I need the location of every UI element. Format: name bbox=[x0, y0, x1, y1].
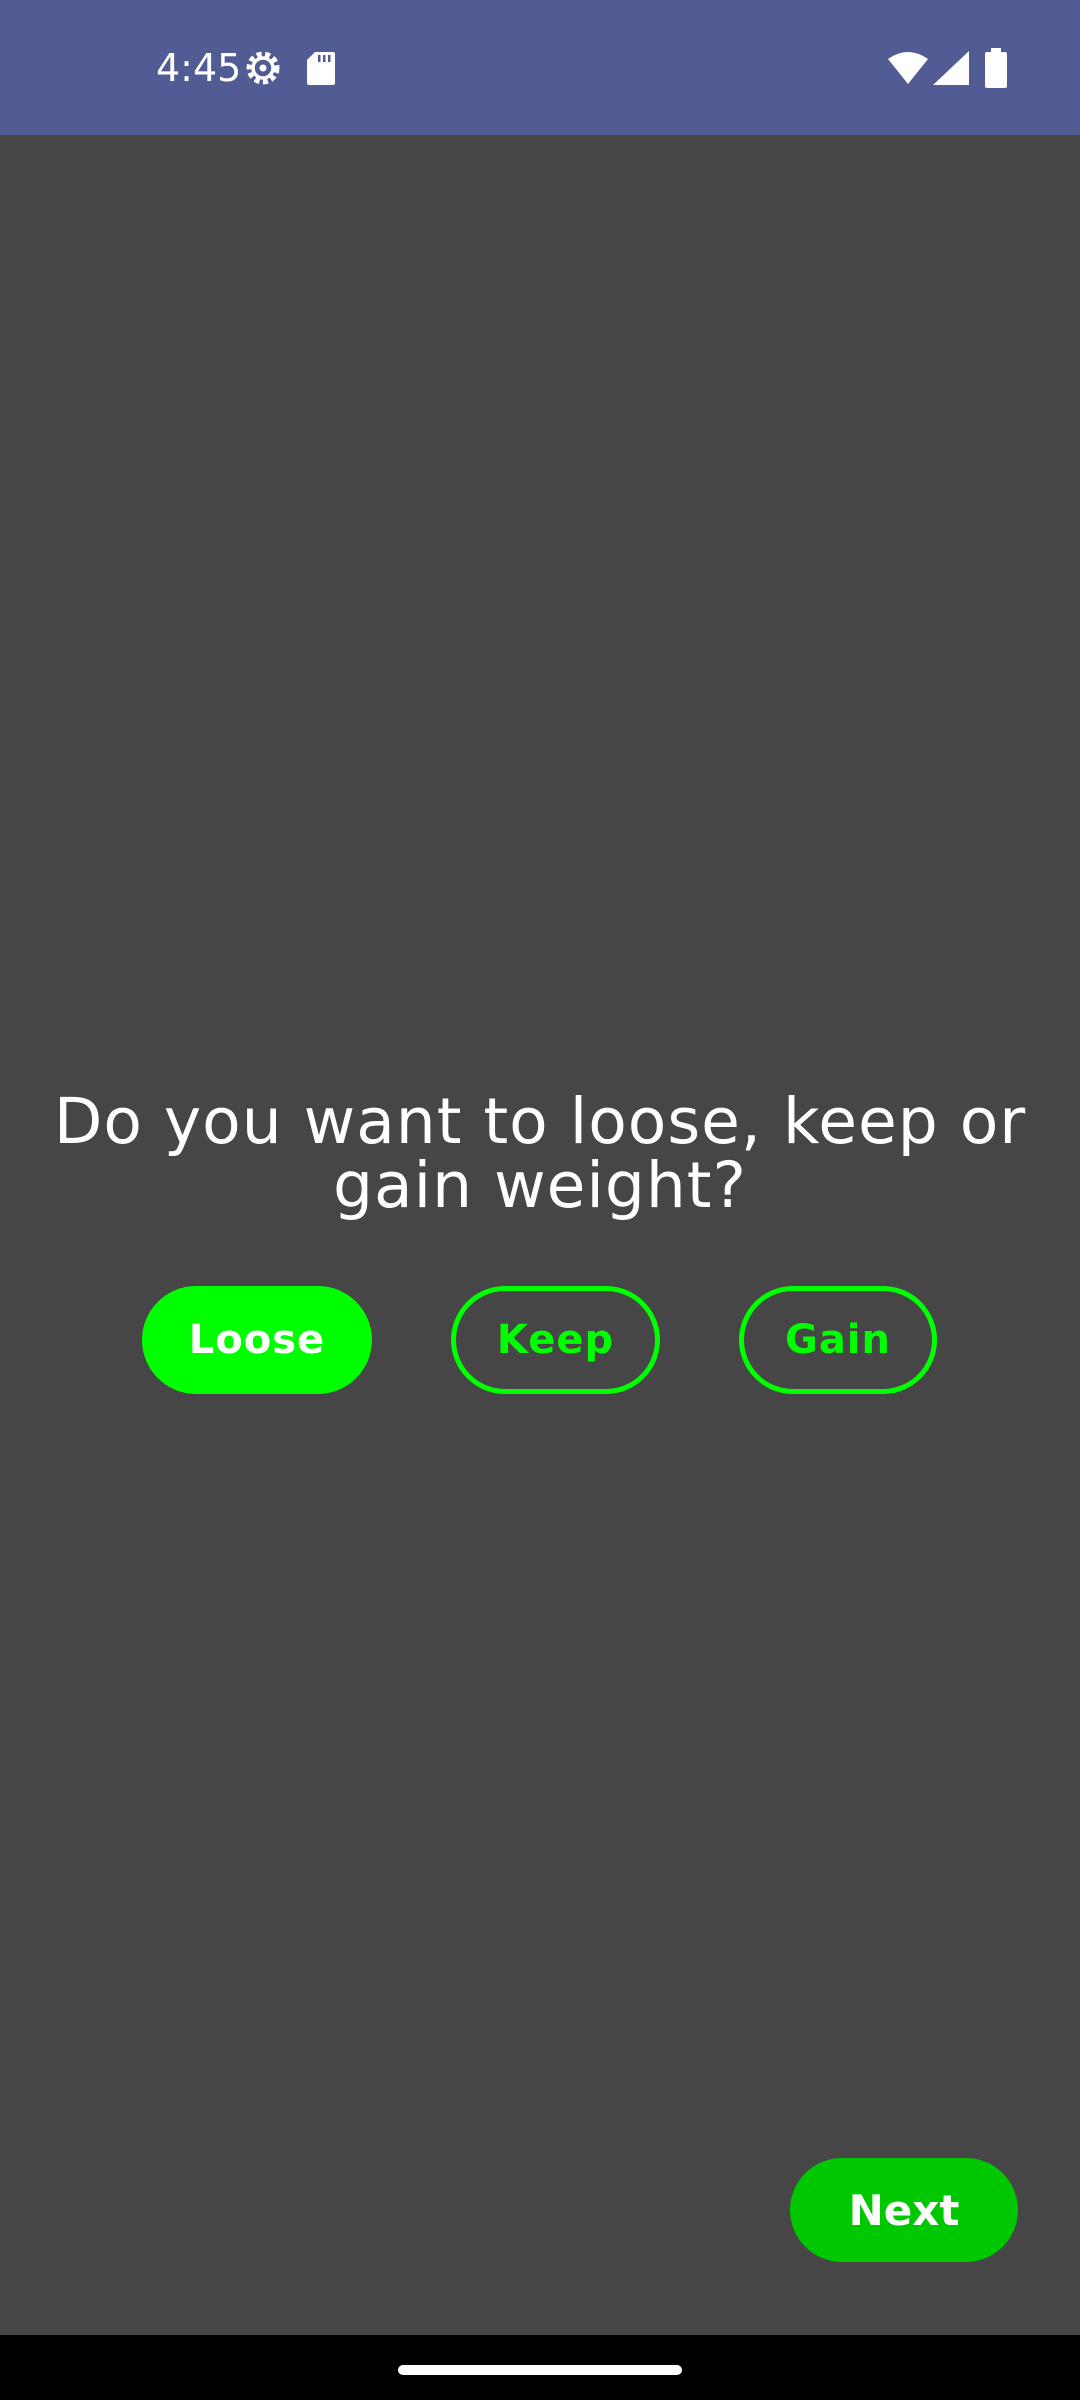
status-bar: 4:45 bbox=[0, 0, 1080, 135]
navigation-bar bbox=[0, 2335, 1080, 2400]
keep-option-button[interactable]: Keep bbox=[451, 1286, 660, 1394]
signal-icon bbox=[933, 51, 969, 85]
next-button[interactable]: Next bbox=[790, 2158, 1018, 2262]
home-gesture-handle[interactable] bbox=[398, 2365, 682, 2375]
weight-goal-question: Do you want to loose, keep or gain weigh… bbox=[53, 1085, 1027, 1222]
status-time: 4:45 bbox=[156, 46, 242, 90]
loose-option-button[interactable]: Loose bbox=[142, 1286, 372, 1394]
gain-option-button[interactable]: Gain bbox=[739, 1286, 937, 1394]
battery-icon bbox=[985, 48, 1007, 88]
wifi-icon bbox=[888, 52, 928, 84]
goal-selection-screen bbox=[0, 135, 1080, 2335]
sd-card-icon bbox=[307, 52, 335, 85]
gear-icon bbox=[246, 51, 280, 85]
